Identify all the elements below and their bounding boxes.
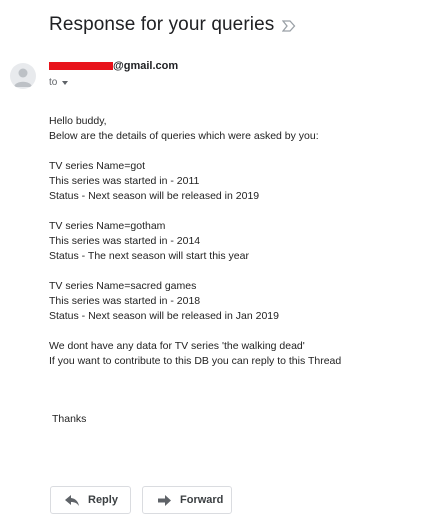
- body-line: [49, 324, 409, 339]
- body-line: This series was started in - 2018: [49, 295, 201, 307]
- body-line: [49, 204, 409, 219]
- body-line: If you want to contribute to this DB you…: [49, 355, 342, 367]
- forward-button[interactable]: Forward: [142, 486, 232, 514]
- body-line: Status - Next season will be released in…: [49, 190, 260, 202]
- body-line: [49, 264, 409, 279]
- body-line: Below are the details of queries which w…: [49, 130, 319, 142]
- email-subject: Response for your queries: [49, 14, 275, 35]
- body-line: Status - Next season will be released in…: [49, 310, 279, 322]
- email-signoff: Thanks: [52, 413, 87, 425]
- redacted-sender-name: [49, 62, 113, 70]
- label-important-outline-icon[interactable]: [281, 19, 296, 32]
- body-line: Hello buddy,: [49, 115, 107, 127]
- body-line: TV series Name=got: [49, 160, 145, 172]
- subject-row: Response for your queries: [49, 14, 296, 36]
- body-line: [49, 144, 409, 159]
- forward-label: Forward: [180, 494, 224, 506]
- sender-avatar[interactable]: [10, 63, 36, 89]
- reply-label: Reply: [88, 494, 118, 506]
- chevron-down-icon: [62, 80, 69, 85]
- forward-arrow-icon: [158, 494, 171, 506]
- email-body: Hello buddy, Below are the details of qu…: [49, 114, 409, 369]
- sender-address[interactable]: @gmail.com: [49, 60, 178, 72]
- body-line: This series was started in - 2011: [49, 175, 200, 187]
- reply-button[interactable]: Reply: [50, 486, 131, 514]
- person-icon: [14, 68, 32, 87]
- body-line: We dont have any data for TV series 'the…: [49, 340, 305, 352]
- reply-arrow-icon: [65, 494, 79, 506]
- body-line: TV series Name=sacred games: [49, 280, 197, 292]
- body-line: Status - The next season will start this…: [49, 250, 249, 262]
- recipient-details-toggle[interactable]: to: [49, 77, 69, 88]
- body-line: TV series Name=gotham: [49, 220, 166, 232]
- recipient-label: to: [49, 77, 58, 88]
- body-line: This series was started in - 2014: [49, 235, 201, 247]
- sender-email-suffix: @gmail.com: [113, 60, 179, 72]
